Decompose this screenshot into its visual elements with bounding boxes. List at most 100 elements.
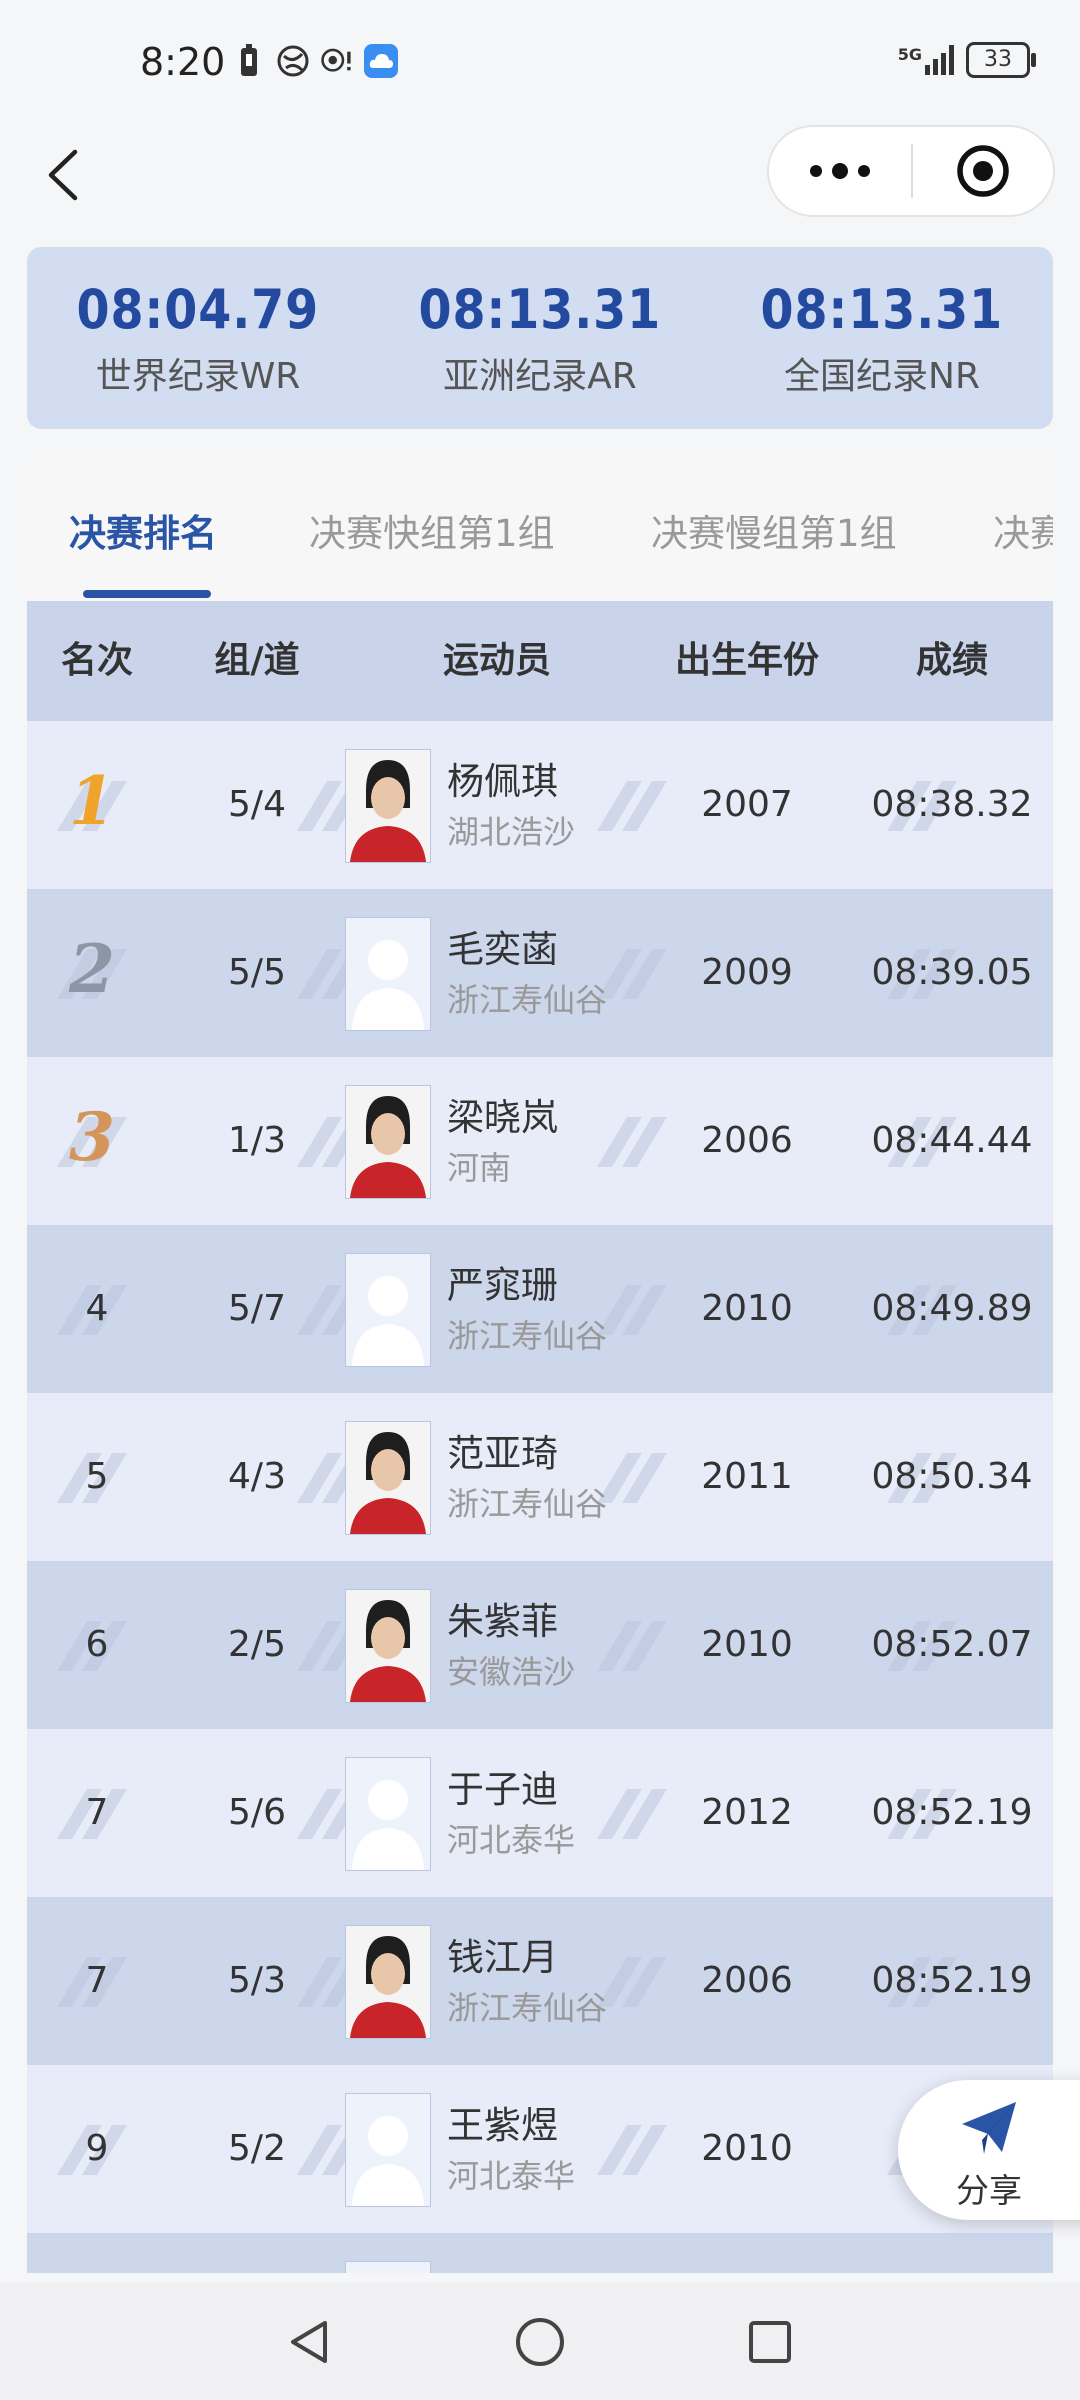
birth-year-cell: 2011: [701, 1456, 793, 1497]
athlete-avatar: [345, 917, 431, 1031]
rank-cell: 4: [85, 1288, 109, 1329]
lane-cell: 5/4: [228, 784, 286, 825]
athlete-avatar: [345, 1421, 431, 1535]
birth-year-cell: 2010: [701, 2128, 793, 2169]
birth-year-cell: 2007: [701, 784, 793, 825]
tab-final-ranking[interactable]: 决赛排名: [69, 503, 217, 557]
record-time: 08:13.31: [418, 277, 662, 341]
athlete-name: 钱江月: [447, 1936, 558, 1979]
tab-final-fast-heat-1[interactable]: 决赛快组第1组: [309, 503, 555, 557]
header-result: 成绩: [915, 640, 988, 681]
table-row[interactable]: 7 5/3 钱江月 浙江寿仙谷 2006 08:52.19: [27, 1897, 1053, 2065]
more-dots-icon: [810, 163, 870, 179]
back-button[interactable]: [28, 140, 98, 210]
table-row[interactable]: 7 5/6 于子迪 河北泰华 2012 08:52.19: [27, 1729, 1053, 1897]
result-cell: 08:52.19: [871, 1960, 1033, 2001]
lane-cell: 5/7: [228, 1288, 286, 1329]
nav-home-button[interactable]: [510, 2312, 570, 2372]
status-right: 5G 33: [897, 42, 1036, 78]
rank-cell: 5: [85, 1456, 109, 1497]
birth-year-cell: 2006: [701, 1960, 793, 2001]
table-row[interactable]: 2 5/5 毛奕菡浙江寿仙谷 2009 08:39.05: [27, 889, 1053, 1057]
athlete-team: 安徽浩沙: [447, 1653, 576, 1691]
result-cell: 08:44.44: [871, 1120, 1033, 1161]
more-button[interactable]: [769, 127, 911, 215]
mini-program-capsule: [767, 125, 1055, 217]
share-label: 分享: [956, 2171, 1022, 2210]
result-cell: [857, 2233, 1047, 2273]
results-table: 名次 组/道 运动员 出生年份 成绩 1 5/4 杨佩琪 湖北浩沙 2007 08:38.…: [27, 601, 1053, 2273]
record-label: 全国纪录NR: [784, 355, 980, 397]
athlete-team: 浙江寿仙谷: [447, 1485, 608, 1523]
table-row[interactable]: 吴可馨: [27, 2233, 1053, 2273]
athlete-name: 朱紫菲: [447, 1600, 558, 1643]
record-time: 08:04.79: [76, 277, 320, 341]
header-lane: 组/道: [214, 640, 300, 681]
athlete-avatar: [345, 1589, 431, 1703]
athlete-name: 吴可馨: [447, 2263, 558, 2273]
athlete-name: 王紫煜: [447, 2104, 558, 2147]
nav-back-button[interactable]: [280, 2312, 340, 2372]
athlete-name: 范亚琦: [447, 1432, 558, 1475]
tab-final-slow-heat-1[interactable]: 决赛慢组第1组: [651, 503, 897, 557]
athlete-team: 浙江寿仙谷: [447, 1317, 608, 1355]
lane-cell: [177, 2233, 337, 2273]
birth-year-cell: 2010: [701, 1288, 793, 1329]
record-time: 08:13.31: [760, 277, 1004, 341]
birth-year-cell: 2006: [701, 1120, 793, 1161]
rank-medal: 2: [69, 930, 115, 1008]
lane-cell: 5/6: [228, 1792, 286, 1833]
rank-cell: 6: [85, 1624, 109, 1665]
athlete-team: 湖北浩沙: [447, 813, 576, 851]
tab-bar: 决赛排名 决赛快组第1组 决赛慢组第1组 决赛: [27, 455, 1053, 601]
birth-year-cell: 2010: [701, 1624, 793, 1665]
record-label: 亚洲纪录AR: [443, 355, 637, 397]
table-row[interactable]: 3 1/3 梁晓岚 河南 2006 08:44.44: [27, 1057, 1053, 1225]
close-button[interactable]: [913, 127, 1053, 215]
athlete-name: 毛奕菡: [447, 928, 558, 971]
table-header: 名次 组/道 运动员 出生年份 成绩: [27, 601, 1053, 721]
share-button[interactable]: 分享: [898, 2080, 1080, 2220]
record-nr: 08:13.31 全国纪录NR: [711, 247, 1053, 429]
athlete-team: 浙江寿仙谷: [447, 981, 608, 1019]
lane-cell: 4/3: [228, 1456, 286, 1497]
table-row[interactable]: 5 4/3 范亚琦浙江寿仙谷 2011 08:50.34: [27, 1393, 1053, 1561]
lane-cell: 2/5: [228, 1624, 286, 1665]
rank-medal: 3: [69, 1098, 115, 1176]
athlete-avatar: [345, 749, 431, 863]
result-cell: 08:50.34: [871, 1456, 1033, 1497]
network-label: 5G: [897, 45, 922, 64]
rank-medal: 1: [69, 762, 115, 840]
nav-recent-button[interactable]: [740, 2312, 800, 2372]
result-cell: 08:38.32: [871, 784, 1033, 825]
table-row[interactable]: 4 5/7 严窕珊 浙江寿仙谷 2010 08:49.89: [27, 1225, 1053, 1393]
result-cell: 08:52.19: [871, 1792, 1033, 1833]
home-circle-icon: [516, 2318, 564, 2366]
lane-cell: 5/2: [228, 2128, 286, 2169]
tab-final-more[interactable]: 决赛: [993, 503, 1053, 557]
athlete-name: 严窕珊: [447, 1264, 558, 1307]
table-body: 1 5/4 杨佩琪 湖北浩沙 2007 08:38.32 2 5/5 毛奕菡 浙江寿仙谷 2009 0…: [27, 721, 1053, 2273]
lane-cell: 5/5: [228, 952, 286, 993]
recent-square-icon: [749, 2321, 791, 2363]
lane-cell: 5/3: [228, 1960, 286, 2001]
rank-cell: 7: [85, 1792, 109, 1833]
result-cell: 08:39.05: [871, 952, 1033, 993]
rank-cell: 7: [85, 1960, 109, 2001]
athlete-avatar: [345, 2093, 431, 2207]
athlete-avatar: [345, 1925, 431, 2039]
paper-plane-icon: [962, 2102, 1016, 2154]
table-row[interactable]: 1 5/4 杨佩琪 湖北浩沙 2007 08:38.32: [27, 721, 1053, 889]
birth-year-cell: 2009: [701, 952, 793, 993]
header-birth-year: 出生年份: [674, 640, 819, 681]
rank-cell: 9: [85, 2128, 109, 2169]
athlete-avatar: [345, 2261, 431, 2273]
rank-cell: [27, 2233, 167, 2273]
table-row[interactable]: 6 2/5 朱紫菲 安徽浩沙 2010 08:52.07: [27, 1561, 1053, 1729]
tab-indicator: [83, 590, 211, 598]
header-athlete: 运动员: [442, 640, 551, 681]
record-ar: 08:13.31 亚洲纪录AR: [369, 247, 711, 429]
lane-cell: 1/3: [228, 1120, 286, 1161]
birth-year-cell: 2012: [701, 1792, 793, 1833]
chevron-left-icon: [48, 149, 78, 201]
